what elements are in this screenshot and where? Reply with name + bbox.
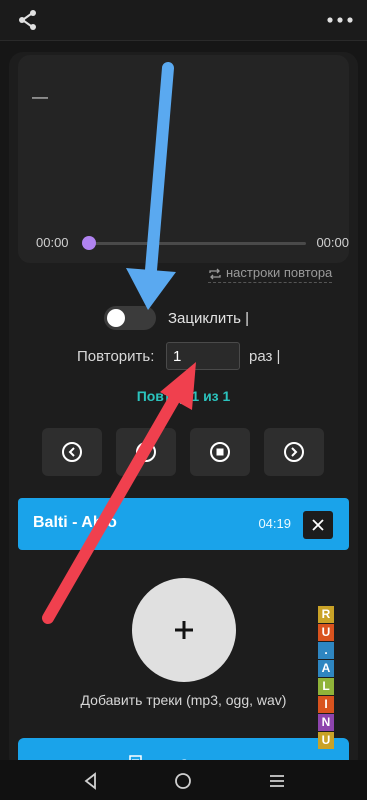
- close-icon: [312, 519, 324, 531]
- add-tracks-label: Добавить треки (mp3, ogg, wav): [80, 692, 287, 708]
- add-tracks-button[interactable]: [132, 578, 236, 682]
- top-bar: [0, 0, 367, 41]
- playlist-track[interactable]: Balti - Ahlo 04:19: [18, 498, 349, 550]
- audio-player: — 00:00 00:00: [18, 55, 349, 263]
- stop-button[interactable]: [190, 428, 250, 476]
- repeat-settings-label: настроки повтора: [226, 265, 333, 280]
- watermark-letter: N: [318, 714, 334, 731]
- back-nav-icon[interactable]: [80, 770, 102, 792]
- watermark-letter: L: [318, 678, 334, 695]
- stop-icon: [210, 442, 230, 462]
- prev-button[interactable]: [42, 428, 102, 476]
- loop-toggle[interactable]: [104, 306, 156, 330]
- loop-label: Зациклить |: [168, 310, 249, 327]
- share-icon[interactable]: [16, 8, 40, 32]
- watermark-letter: R: [318, 606, 334, 623]
- plus-icon: [175, 621, 193, 639]
- more-menu-icon[interactable]: [325, 10, 355, 30]
- repeat-label: Повторить:: [77, 348, 155, 365]
- play-button[interactable]: [116, 428, 176, 476]
- total-time: 00:00: [316, 235, 349, 250]
- track-duration: 04:19: [258, 516, 291, 531]
- toggle-knob: [107, 309, 125, 327]
- progress-thumb[interactable]: [82, 236, 96, 250]
- watermark: RU.ALINU: [318, 606, 334, 750]
- player-title: —: [32, 89, 48, 106]
- watermark-letter: A: [318, 660, 334, 677]
- watermark-letter: I: [318, 696, 334, 713]
- progress-track[interactable]: [84, 242, 306, 245]
- watermark-letter: .: [318, 642, 334, 659]
- remove-track-button[interactable]: [303, 511, 333, 539]
- times-label: раз |: [249, 348, 281, 365]
- recents-nav-icon[interactable]: [266, 770, 288, 792]
- repeat-icon: [209, 268, 221, 280]
- play-icon: [136, 442, 156, 462]
- repeat-count-input[interactable]: [166, 342, 240, 370]
- track-name: Balti - Ahlo: [33, 514, 117, 531]
- system-nav-bar: [0, 760, 367, 800]
- current-time: 00:00: [36, 235, 69, 250]
- next-button[interactable]: [264, 428, 324, 476]
- repeat-status: Повтор 1 из 1: [136, 388, 231, 404]
- prev-icon: [62, 442, 82, 462]
- next-icon: [284, 442, 304, 462]
- watermark-letter: U: [318, 732, 334, 749]
- watermark-letter: U: [318, 624, 334, 641]
- repeat-settings-link[interactable]: настроки повтора: [208, 265, 333, 283]
- home-nav-icon[interactable]: [172, 770, 194, 792]
